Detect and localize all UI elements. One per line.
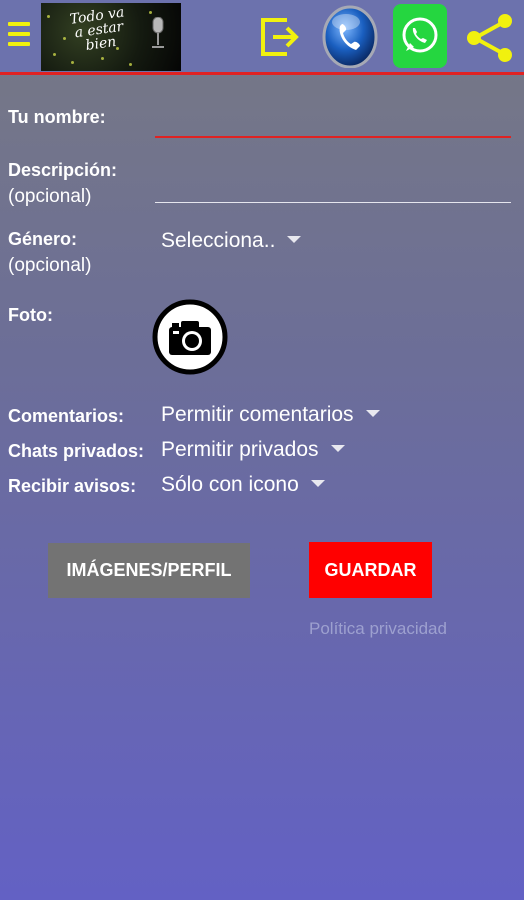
whatsapp-icon[interactable] [392,3,448,69]
privacy-policy-link[interactable]: Política privacidad [309,619,447,639]
share-icon[interactable] [464,12,516,64]
microphone-icon [152,17,164,48]
phone-icon[interactable] [322,4,378,68]
comments-select[interactable]: Permitir comentarios [161,403,380,427]
gender-select-value: Selecciona.. [161,229,276,252]
logo-text: Todo va a estar bien [68,4,126,54]
chevron-down-icon [330,444,345,452]
top-app-bar: Todo va a estar bien [0,0,524,75]
private-chats-label: Chats privados: [8,441,145,461]
chevron-down-icon [310,479,325,487]
gender-label: Género: [8,229,78,249]
notifications-select-value: Sólo con icono [161,473,299,496]
gender-optional-label: (opcional) [8,255,92,276]
description-input[interactable] [155,202,511,203]
images-profile-button[interactable]: IMÁGENES/PERFIL [48,543,250,598]
app-logo: Todo va a estar bien [41,3,181,71]
comments-label: Comentarios: [8,406,125,426]
chevron-down-icon [287,235,302,243]
camera-icon[interactable] [152,299,228,375]
notifications-label: Recibir avisos: [8,476,137,496]
description-label: Descripción: [8,160,118,180]
photo-label: Foto: [8,305,53,325]
menu-icon[interactable] [8,22,30,50]
private-chats-select-value: Permitir privados [161,438,319,461]
description-optional-label: (opcional) [8,186,92,207]
comments-select-value: Permitir comentarios [161,403,354,426]
chevron-down-icon [365,409,380,417]
notifications-select[interactable]: Sólo con icono [161,473,325,497]
gender-select[interactable]: Selecciona.. [161,229,302,253]
save-button[interactable]: GUARDAR [309,542,432,598]
private-chats-select[interactable]: Permitir privados [161,438,345,462]
name-label: Tu nombre: [8,107,106,127]
exit-icon[interactable] [257,14,303,60]
name-input[interactable] [155,136,511,138]
